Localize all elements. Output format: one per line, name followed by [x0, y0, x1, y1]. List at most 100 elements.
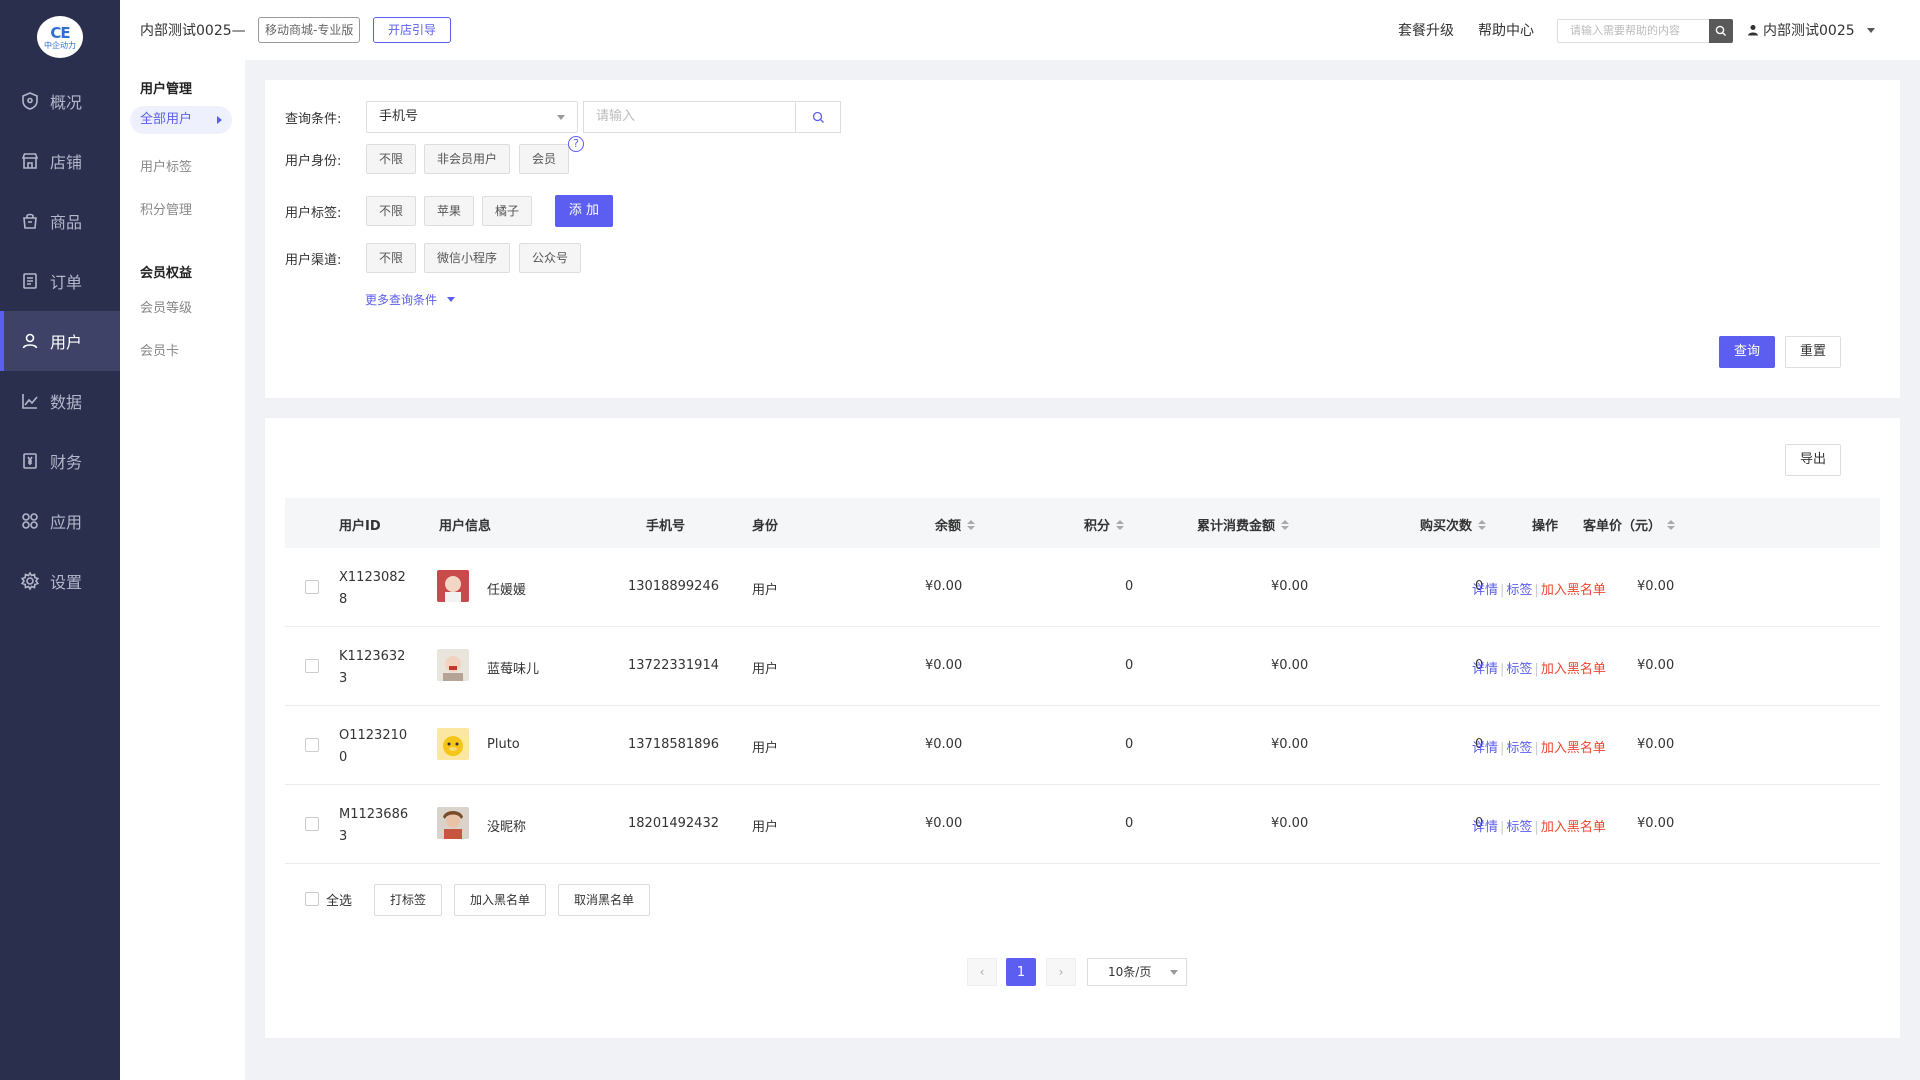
blacklist-link[interactable]: 加入黑名单	[1541, 820, 1606, 835]
query-input[interactable]: 请输入	[583, 101, 795, 133]
subnav-item-member-levels[interactable]: 会员等级	[140, 297, 192, 316]
page-size-value: 10条/页	[1108, 965, 1152, 979]
row-actions: 详情 | 标签 | 加入黑名单	[1472, 662, 1606, 677]
help-center-link[interactable]: 帮助中心	[1478, 20, 1534, 40]
user-avg-order: ¥0.00	[1637, 658, 1675, 673]
more-filters-toggle[interactable]: 更多查询条件	[365, 291, 456, 308]
query-field-value: 手机号	[379, 109, 419, 124]
identity-option-nonmember[interactable]: 非会员用户	[424, 144, 511, 174]
blacklist-link[interactable]: 加入黑名单	[1541, 583, 1606, 598]
sort-icon[interactable]	[1478, 519, 1487, 530]
reset-button[interactable]: 重置	[1785, 336, 1841, 368]
detail-link[interactable]: 详情	[1472, 662, 1498, 677]
page-size-select[interactable]: 10条/页	[1087, 958, 1187, 986]
bulk-unblacklist-button[interactable]: 取消黑名单	[558, 884, 650, 916]
plan-upgrade-link[interactable]: 套餐升级	[1398, 20, 1454, 40]
col-purchase-count[interactable]: 购买次数	[1420, 515, 1487, 534]
help-search-button[interactable]	[1709, 19, 1733, 43]
col-purchase-count-label: 购买次数	[1420, 519, 1473, 534]
page-current[interactable]: 1	[1006, 958, 1036, 986]
tag-link[interactable]: 标签	[1506, 820, 1532, 835]
channel-option-miniprogram[interactable]: 微信小程序	[424, 243, 511, 273]
tag-option-apple[interactable]: 苹果	[424, 196, 475, 226]
user-avg-order: ¥0.00	[1637, 579, 1675, 594]
detail-link[interactable]: 详情	[1472, 820, 1498, 835]
col-points[interactable]: 积分	[1084, 515, 1125, 534]
sort-icon[interactable]	[1667, 519, 1676, 530]
col-balance[interactable]: 余额	[935, 515, 976, 534]
query-label: 查询条件:	[285, 112, 342, 127]
blacklist-link[interactable]: 加入黑名单	[1541, 662, 1606, 677]
row-checkbox[interactable]	[305, 738, 319, 752]
sort-icon[interactable]	[1281, 519, 1290, 530]
user-role: 用户	[752, 820, 779, 835]
user-name[interactable]: 没昵称	[487, 816, 526, 835]
store-name[interactable]: 内部测试0025—	[140, 20, 246, 40]
tag-link[interactable]: 标签	[1506, 583, 1532, 598]
nav-products[interactable]: 商品	[0, 191, 120, 251]
search-button[interactable]: 查询	[1719, 336, 1775, 368]
user-id: K1123632 3	[339, 646, 405, 690]
subnav-item-all-users[interactable]: 全部用户	[130, 106, 232, 134]
nav-overview[interactable]: 概况	[0, 71, 120, 131]
export-button[interactable]: 导出	[1785, 444, 1841, 476]
logo-subtitle: 中企动力	[44, 40, 76, 50]
detail-link[interactable]: 详情	[1472, 583, 1498, 598]
help-circle-icon[interactable]: ?	[568, 136, 584, 152]
nav-store[interactable]: 店铺	[0, 131, 120, 191]
tag-link[interactable]: 标签	[1506, 662, 1532, 677]
tag-link[interactable]: 标签	[1506, 741, 1532, 756]
identity-option-any[interactable]: 不限	[366, 144, 417, 174]
nav-apps[interactable]: 应用	[0, 491, 120, 551]
tag-option-orange[interactable]: 橘子	[482, 196, 533, 226]
prev-page-button[interactable]: ‹	[967, 958, 997, 986]
select-all-checkbox[interactable]	[305, 892, 319, 906]
user-balance: ¥0.00	[925, 579, 963, 594]
nav-orders[interactable]: 订单	[0, 251, 120, 311]
next-page-button[interactable]: ›	[1046, 958, 1076, 986]
row-checkbox[interactable]	[305, 817, 319, 831]
user-menu[interactable]: 内部测试0025	[1747, 20, 1875, 40]
bulk-blacklist-button[interactable]: 加入黑名单	[454, 884, 546, 916]
col-total-spend[interactable]: 累计消费金额	[1197, 515, 1290, 534]
col-ops: 操作	[1532, 519, 1559, 534]
user-name[interactable]: 蓝莓味儿	[487, 658, 539, 677]
row-checkbox[interactable]	[305, 580, 319, 594]
subnav-item-member-card[interactable]: 会员卡	[140, 340, 179, 359]
sort-icon[interactable]	[967, 519, 976, 530]
tag-option-any[interactable]: 不限	[366, 196, 417, 226]
channel-option-any[interactable]: 不限	[366, 243, 417, 273]
user-points: 0	[1125, 816, 1134, 831]
table-row: M1123686 3 没昵称 18201492432 用户 ¥0.00 0 ¥0.…	[285, 785, 1880, 864]
nav-settings[interactable]: 设置	[0, 551, 120, 611]
channel-option-official-account[interactable]: 公众号	[519, 243, 582, 273]
store-guide-button[interactable]: 开店引导	[373, 17, 452, 43]
nav-data[interactable]: 数据	[0, 371, 120, 431]
edition-badge: 移动商城-专业版	[258, 17, 361, 43]
user-id-line2: 3	[339, 829, 348, 844]
col-avg-order[interactable]: 客单价（元）	[1583, 515, 1676, 534]
nav-finance[interactable]: 财务	[0, 431, 120, 491]
identity-option-member[interactable]: 会员	[519, 144, 570, 174]
add-tag-button[interactable]: 添 加	[555, 195, 613, 227]
user-name[interactable]: 任媛媛	[487, 579, 526, 598]
query-search-button[interactable]	[795, 101, 841, 133]
brand-logo[interactable]: CE 中企动力	[37, 16, 83, 58]
detail-link[interactable]: 详情	[1472, 741, 1498, 756]
avatar	[437, 649, 469, 681]
user-icon	[20, 331, 40, 351]
select-all-label[interactable]: 全选	[326, 890, 352, 909]
bulk-tag-button[interactable]: 打标签	[374, 884, 442, 916]
sort-icon[interactable]	[1116, 519, 1125, 530]
query-field-select[interactable]: 手机号	[366, 101, 578, 133]
subnav-item-points[interactable]: 积分管理	[140, 199, 192, 218]
row-checkbox[interactable]	[305, 659, 319, 673]
nav-products-label: 商品	[50, 213, 83, 232]
search-icon	[812, 111, 824, 123]
sub-sidebar: 用户管理 全部用户 用户标签 积分管理 会员权益 会员等级 会员卡	[120, 60, 245, 1080]
blacklist-link[interactable]: 加入黑名单	[1541, 741, 1606, 756]
nav-users[interactable]: 用户	[0, 311, 120, 371]
help-search-input[interactable]: 请输入需要帮助的内容	[1557, 19, 1709, 43]
user-name[interactable]: Pluto	[487, 737, 520, 752]
subnav-item-user-tags[interactable]: 用户标签	[140, 156, 192, 175]
